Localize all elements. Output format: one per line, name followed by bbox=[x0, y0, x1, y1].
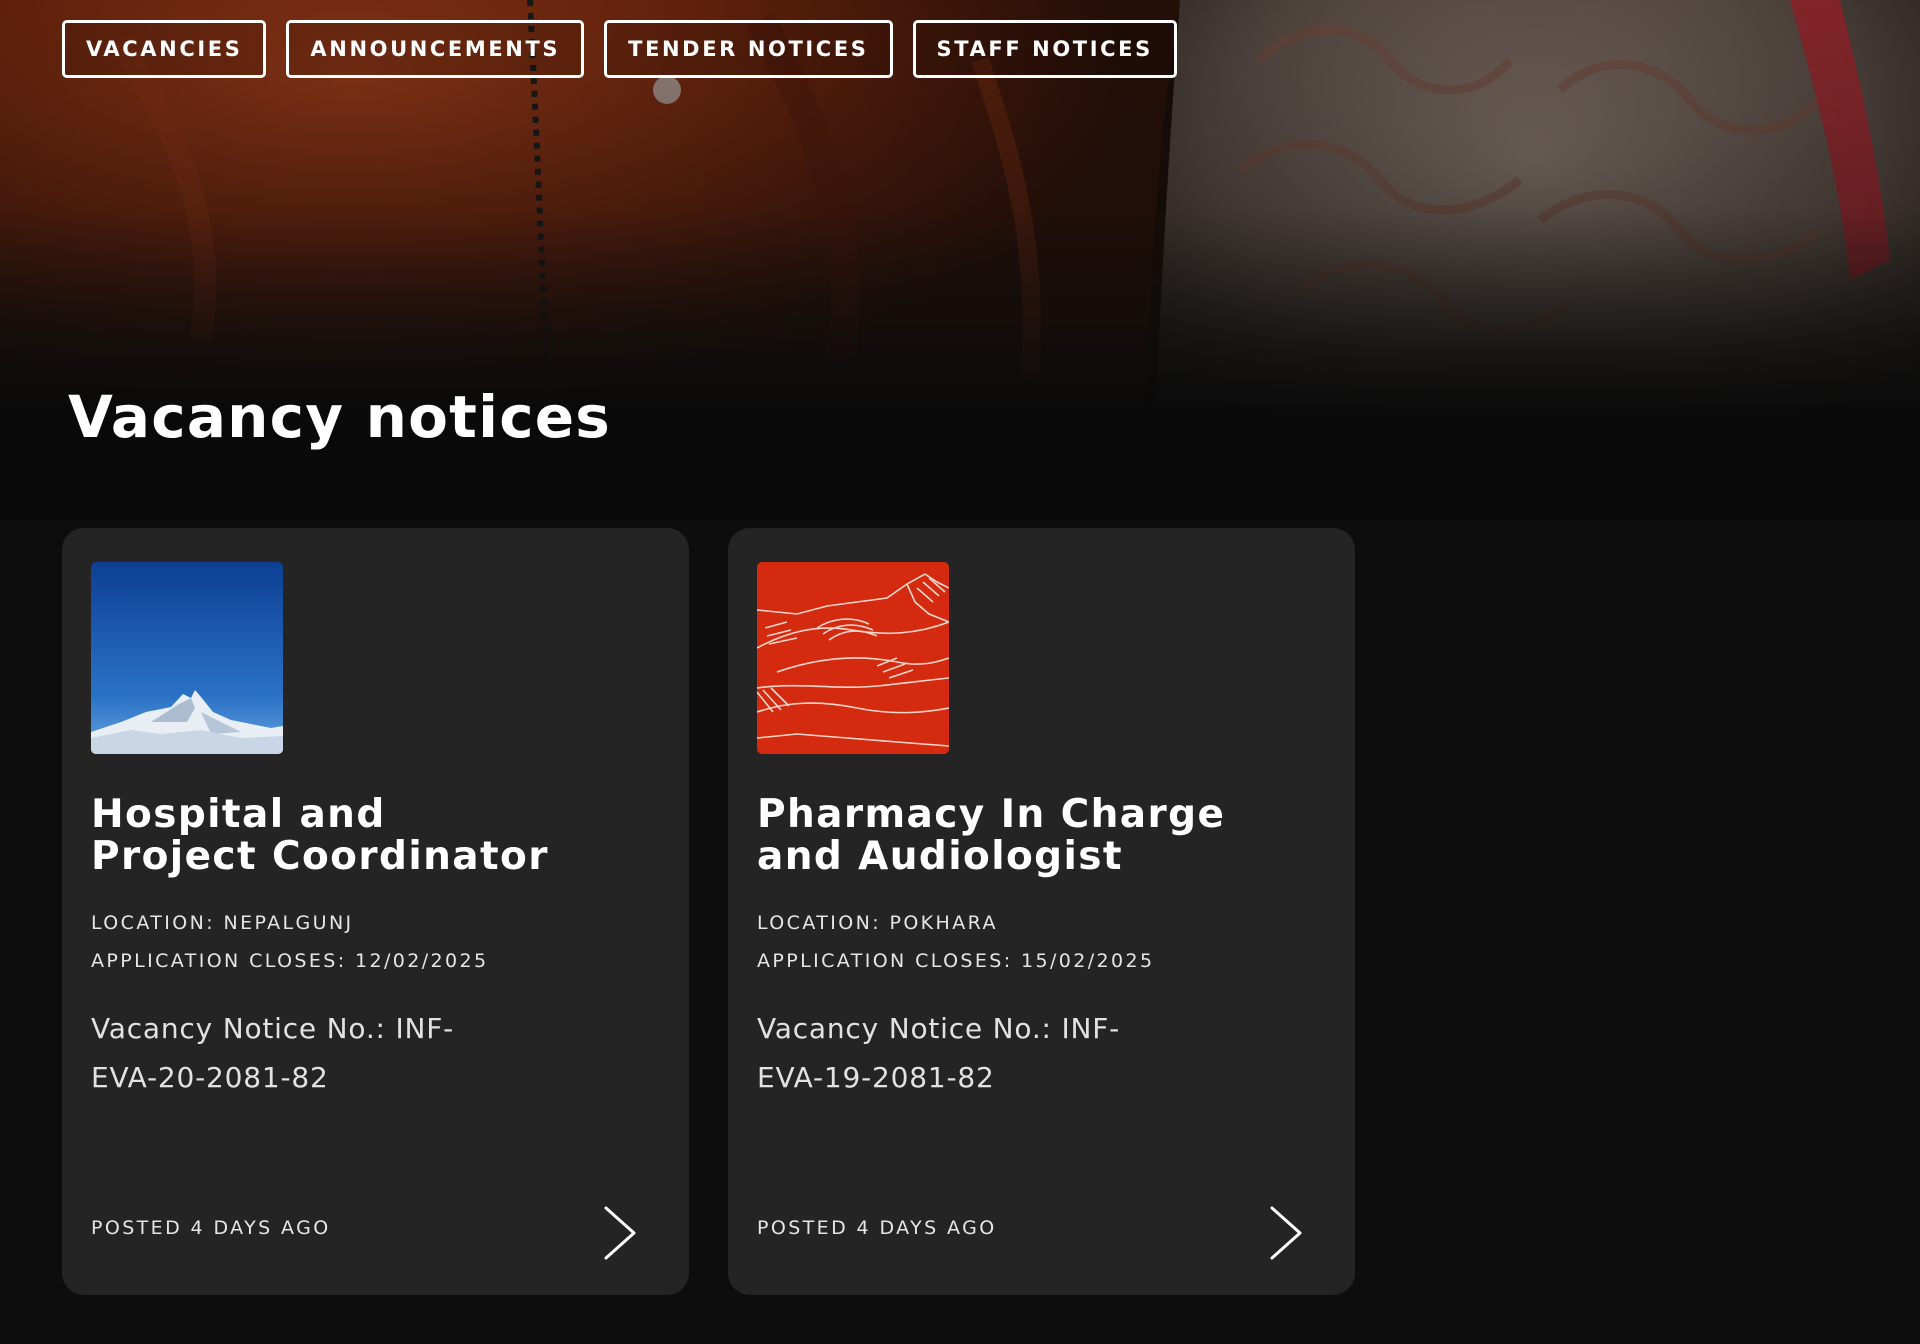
vacancy-card[interactable]: Pharmacy In Charge and Audiologist LOCAT… bbox=[728, 528, 1355, 1295]
posted-time: POSTED 4 DAYS AGO bbox=[91, 1217, 331, 1239]
vacancy-card-list: Hospital and Project Coordinator LOCATIO… bbox=[62, 528, 1355, 1295]
vacancy-title-line: Pharmacy In Charge bbox=[757, 792, 1226, 837]
notice-category-tabs: VACANCIES ANNOUNCEMENTS TENDER NOTICES S… bbox=[62, 20, 1177, 78]
posted-time: POSTED 4 DAYS AGO bbox=[757, 1217, 997, 1239]
vacancy-title-line: and Audiologist bbox=[757, 834, 1123, 879]
vacancy-notices-page: VACANCIES ANNOUNCEMENTS TENDER NOTICES S… bbox=[0, 0, 1920, 1344]
vacancy-meta: LOCATION: NEPALGUNJ APPLICATION CLOSES: … bbox=[91, 904, 660, 980]
vacancy-title-line: Project Coordinator bbox=[91, 834, 549, 879]
vacancy-title: Hospital and Project Coordinator bbox=[91, 794, 611, 878]
tab-announcements[interactable]: ANNOUNCEMENTS bbox=[286, 20, 585, 78]
tab-tender-notices[interactable]: TENDER NOTICES bbox=[604, 20, 893, 78]
vacancy-title-line: Hospital and bbox=[91, 792, 386, 837]
chevron-right-icon[interactable] bbox=[600, 1205, 640, 1261]
notice-number-line: EVA-20-2081-82 bbox=[91, 1061, 329, 1094]
vacancy-meta: LOCATION: POKHARA APPLICATION CLOSES: 15… bbox=[757, 904, 1326, 980]
page-title: Vacancy notices bbox=[68, 383, 612, 451]
vacancy-closing-date: APPLICATION CLOSES: 12/02/2025 bbox=[91, 950, 489, 972]
vacancy-notice-number: Vacancy Notice No.: INF- EVA-19-2081-82 bbox=[757, 1004, 1177, 1102]
chevron-right-icon[interactable] bbox=[1266, 1205, 1306, 1261]
notice-number-line: Vacancy Notice No.: INF- bbox=[757, 1012, 1121, 1045]
mountain-peak-image bbox=[91, 562, 283, 754]
notice-number-line: Vacancy Notice No.: INF- bbox=[91, 1012, 455, 1045]
notice-number-line: EVA-19-2081-82 bbox=[757, 1061, 995, 1094]
vacancy-title: Pharmacy In Charge and Audiologist bbox=[757, 794, 1277, 878]
vacancy-location: LOCATION: NEPALGUNJ bbox=[91, 912, 354, 934]
tab-staff-notices[interactable]: STAFF NOTICES bbox=[912, 20, 1177, 78]
tab-vacancies[interactable]: VACANCIES bbox=[62, 20, 267, 78]
vacancy-location: LOCATION: POKHARA bbox=[757, 912, 998, 934]
red-mountain-line-art-image bbox=[757, 562, 949, 754]
vacancy-notice-number: Vacancy Notice No.: INF- EVA-20-2081-82 bbox=[91, 1004, 511, 1102]
vacancy-card[interactable]: Hospital and Project Coordinator LOCATIO… bbox=[62, 528, 689, 1295]
vacancy-closing-date: APPLICATION CLOSES: 15/02/2025 bbox=[757, 950, 1155, 972]
